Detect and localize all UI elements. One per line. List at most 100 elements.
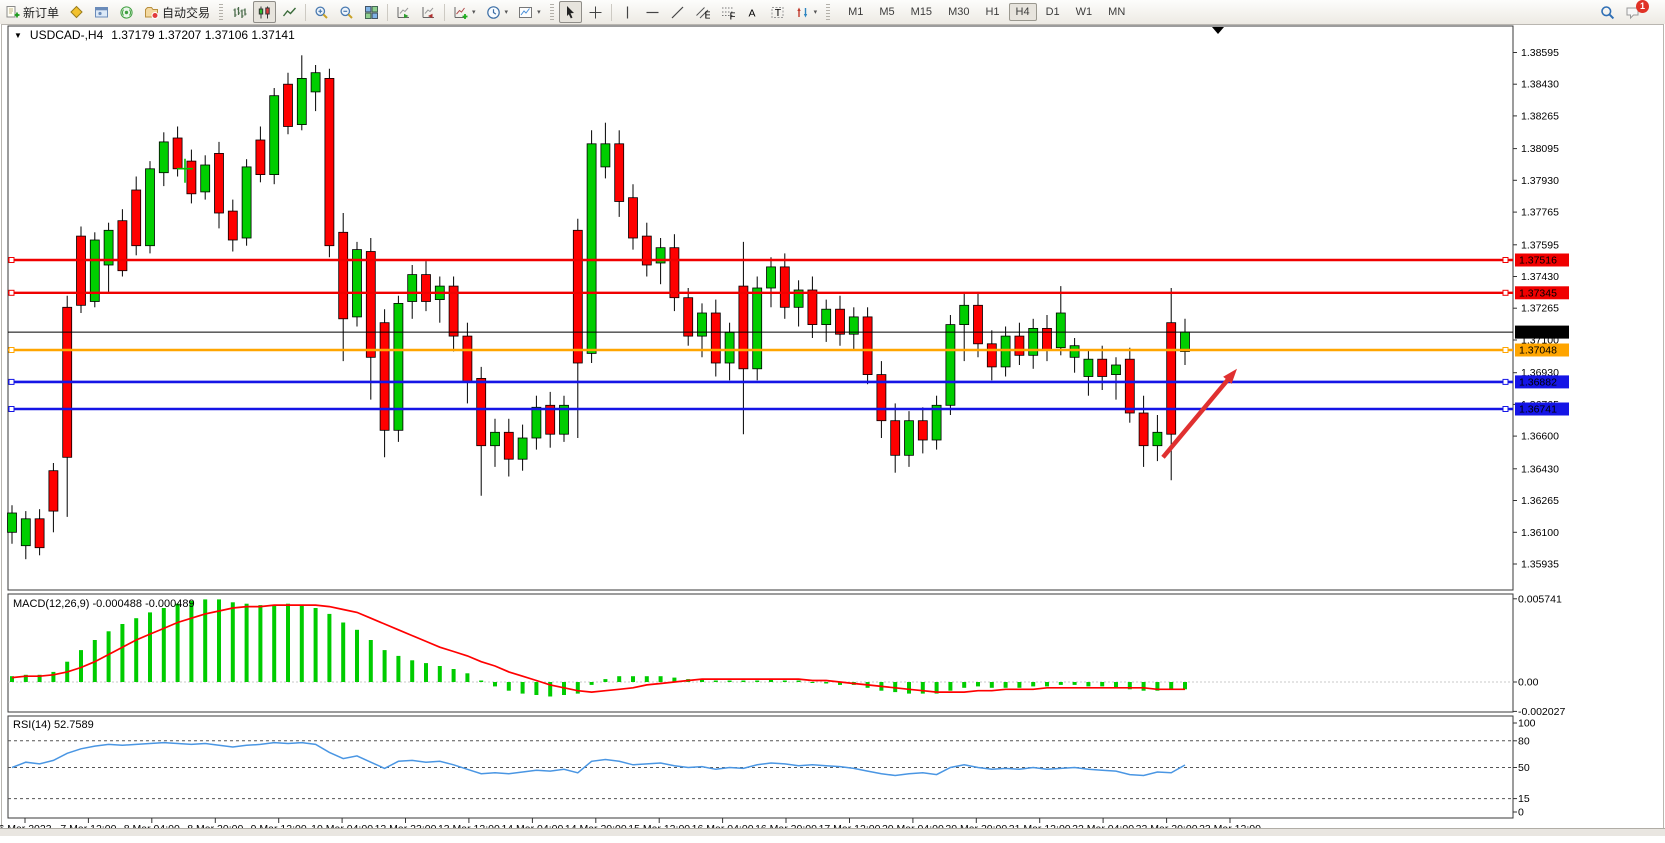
toolbar-separator — [387, 4, 388, 21]
chevron-down-icon[interactable]: ▾ — [537, 8, 541, 16]
price-axis-tick: 1.37265 — [1521, 303, 1559, 315]
timeframe-m30-button[interactable]: M30 — [941, 3, 976, 21]
fibonacci-button[interactable]: F — [716, 1, 739, 23]
channel-icon: E — [695, 5, 710, 20]
timeframe-h4-button[interactable]: H4 — [1009, 3, 1037, 21]
timeframe-m1-button[interactable]: M1 — [841, 3, 870, 21]
fib-icon: F — [720, 5, 735, 20]
navigator-icon — [94, 5, 109, 20]
bar-chart-button[interactable] — [228, 1, 251, 23]
auto-trading-button[interactable]: 自动交易 — [140, 1, 214, 23]
crosshair-button[interactable] — [584, 1, 607, 23]
chart-ohlc-values: 1.37179 1.37207 1.37106 1.37141 — [111, 28, 295, 42]
price-axis-tick: 1.35935 — [1521, 559, 1559, 571]
new-order-button-label: 新订单 — [23, 4, 59, 21]
price-axis-tick: 1.37595 — [1521, 239, 1559, 251]
template-icon — [518, 5, 533, 20]
market-watch-button[interactable] — [65, 1, 88, 23]
chevron-down-icon[interactable]: ▾ — [505, 8, 509, 16]
svg-text:T: T — [774, 7, 781, 19]
price-axis-tick: 1.36430 — [1521, 463, 1559, 475]
arrows-tool-button[interactable]: ▾ — [791, 1, 822, 23]
main-toolbar: 新订单 自动交易 ▾ ▾ ▾ E F A T ▾ M1M5M15M30H1H4D1W1MN 1 — [0, 0, 1665, 25]
crosshair-icon — [588, 5, 603, 20]
vertical-line-button[interactable] — [616, 1, 639, 23]
linechart-icon — [282, 5, 297, 20]
price-axis-tick: 1.36265 — [1521, 495, 1559, 507]
price-axis-tick: 1.36100 — [1521, 527, 1559, 539]
candle-chart-button[interactable] — [253, 1, 276, 23]
line-chart-button[interactable] — [278, 1, 301, 23]
toolbar-grip — [550, 4, 554, 20]
price-chart-canvas[interactable]: 1.385951.384301.382651.380951.379301.377… — [0, 24, 1665, 836]
periods-button[interactable]: ▾ — [482, 1, 513, 23]
toolbar-separator — [611, 4, 612, 21]
bars-icon — [232, 5, 247, 20]
cursor-icon — [563, 5, 578, 20]
candles-icon — [257, 5, 272, 20]
textA-icon: A — [745, 5, 760, 20]
chart-title: ▼ USDCAD-,H4 1.37179 1.37207 1.37106 1.3… — [14, 28, 295, 42]
labelT-icon: T — [770, 5, 785, 20]
new-order-button[interactable]: 新订单 — [1, 1, 63, 23]
hline-icon — [645, 5, 660, 20]
price-axis-tick: 1.37765 — [1521, 207, 1559, 219]
search-button[interactable] — [1596, 1, 1619, 23]
trend-icon — [670, 5, 685, 20]
vline-icon — [620, 5, 635, 20]
equidistant-channel-button[interactable]: E — [691, 1, 714, 23]
timeframe-mn-button[interactable]: MN — [1101, 3, 1132, 21]
chart-shift-button[interactable] — [417, 1, 440, 23]
trendline-button[interactable] — [666, 1, 689, 23]
chevron-down-icon[interactable]: ▾ — [814, 8, 818, 16]
price-axis-tick: 1.37930 — [1521, 175, 1559, 187]
chat-button[interactable]: 1 — [1621, 1, 1660, 23]
navigator-button[interactable] — [90, 1, 113, 23]
indicators-icon — [453, 5, 468, 20]
search-icon — [1600, 5, 1615, 20]
price-line-label: 1.37048 — [1519, 345, 1557, 357]
svg-text:A: A — [748, 7, 755, 19]
indicators-button[interactable]: ▾ — [449, 1, 480, 23]
chartshift-icon — [421, 5, 436, 20]
signals-icon — [119, 5, 134, 20]
svg-text:E: E — [704, 9, 710, 20]
svg-text:F: F — [729, 10, 735, 20]
tile-windows-button[interactable] — [360, 1, 383, 23]
price-line-label: 1.36741 — [1519, 404, 1557, 416]
timeframe-w1-button[interactable]: W1 — [1069, 3, 1100, 21]
horizontal-line-button[interactable] — [641, 1, 664, 23]
toolbar-grip — [826, 4, 830, 20]
auto-trading-button-label: 自动交易 — [162, 4, 210, 21]
price-axis-tick: 1.36600 — [1521, 431, 1559, 443]
macd-indicator-label: MACD(12,26,9) -0.000488 -0.000489 — [13, 598, 195, 610]
templates-button[interactable]: ▾ — [514, 1, 545, 23]
rsi-indicator-label: RSI(14) 52.7589 — [13, 719, 94, 731]
zoom-in-button[interactable] — [310, 1, 333, 23]
arrows-icon — [795, 5, 810, 20]
zoom-in-icon — [314, 5, 329, 20]
text-button[interactable]: A — [741, 1, 764, 23]
rsi-axis-tick: 0 — [1518, 807, 1524, 819]
signals-button[interactable] — [115, 1, 138, 23]
price-line-label: 1.36882 — [1519, 376, 1557, 388]
status-bar — [0, 828, 1665, 836]
price-axis-tick: 1.38595 — [1521, 47, 1559, 59]
price-axis-tick: 1.38265 — [1521, 110, 1559, 122]
cursor-button[interactable] — [559, 1, 582, 23]
auto-scroll-button[interactable] — [392, 1, 415, 23]
price-axis-tick: 1.38095 — [1521, 143, 1559, 155]
chevron-down-icon[interactable]: ▾ — [472, 8, 476, 16]
toolbar-separator — [444, 4, 445, 21]
zoom-out-button[interactable] — [335, 1, 358, 23]
text-label-button[interactable]: T — [766, 1, 789, 23]
macd-axis-tick: 0.00 — [1518, 677, 1539, 689]
timeframe-m15-button[interactable]: M15 — [904, 3, 939, 21]
timeframe-d1-button[interactable]: D1 — [1039, 3, 1067, 21]
timeframe-m5-button[interactable]: M5 — [872, 3, 901, 21]
current-price-label: 1.37141 — [1519, 327, 1557, 339]
toolbar-grip — [219, 4, 223, 20]
timeframe-h1-button[interactable]: H1 — [978, 3, 1006, 21]
chart-title-collapse-icon[interactable]: ▼ — [14, 31, 22, 40]
toolbar-separator — [305, 4, 306, 21]
